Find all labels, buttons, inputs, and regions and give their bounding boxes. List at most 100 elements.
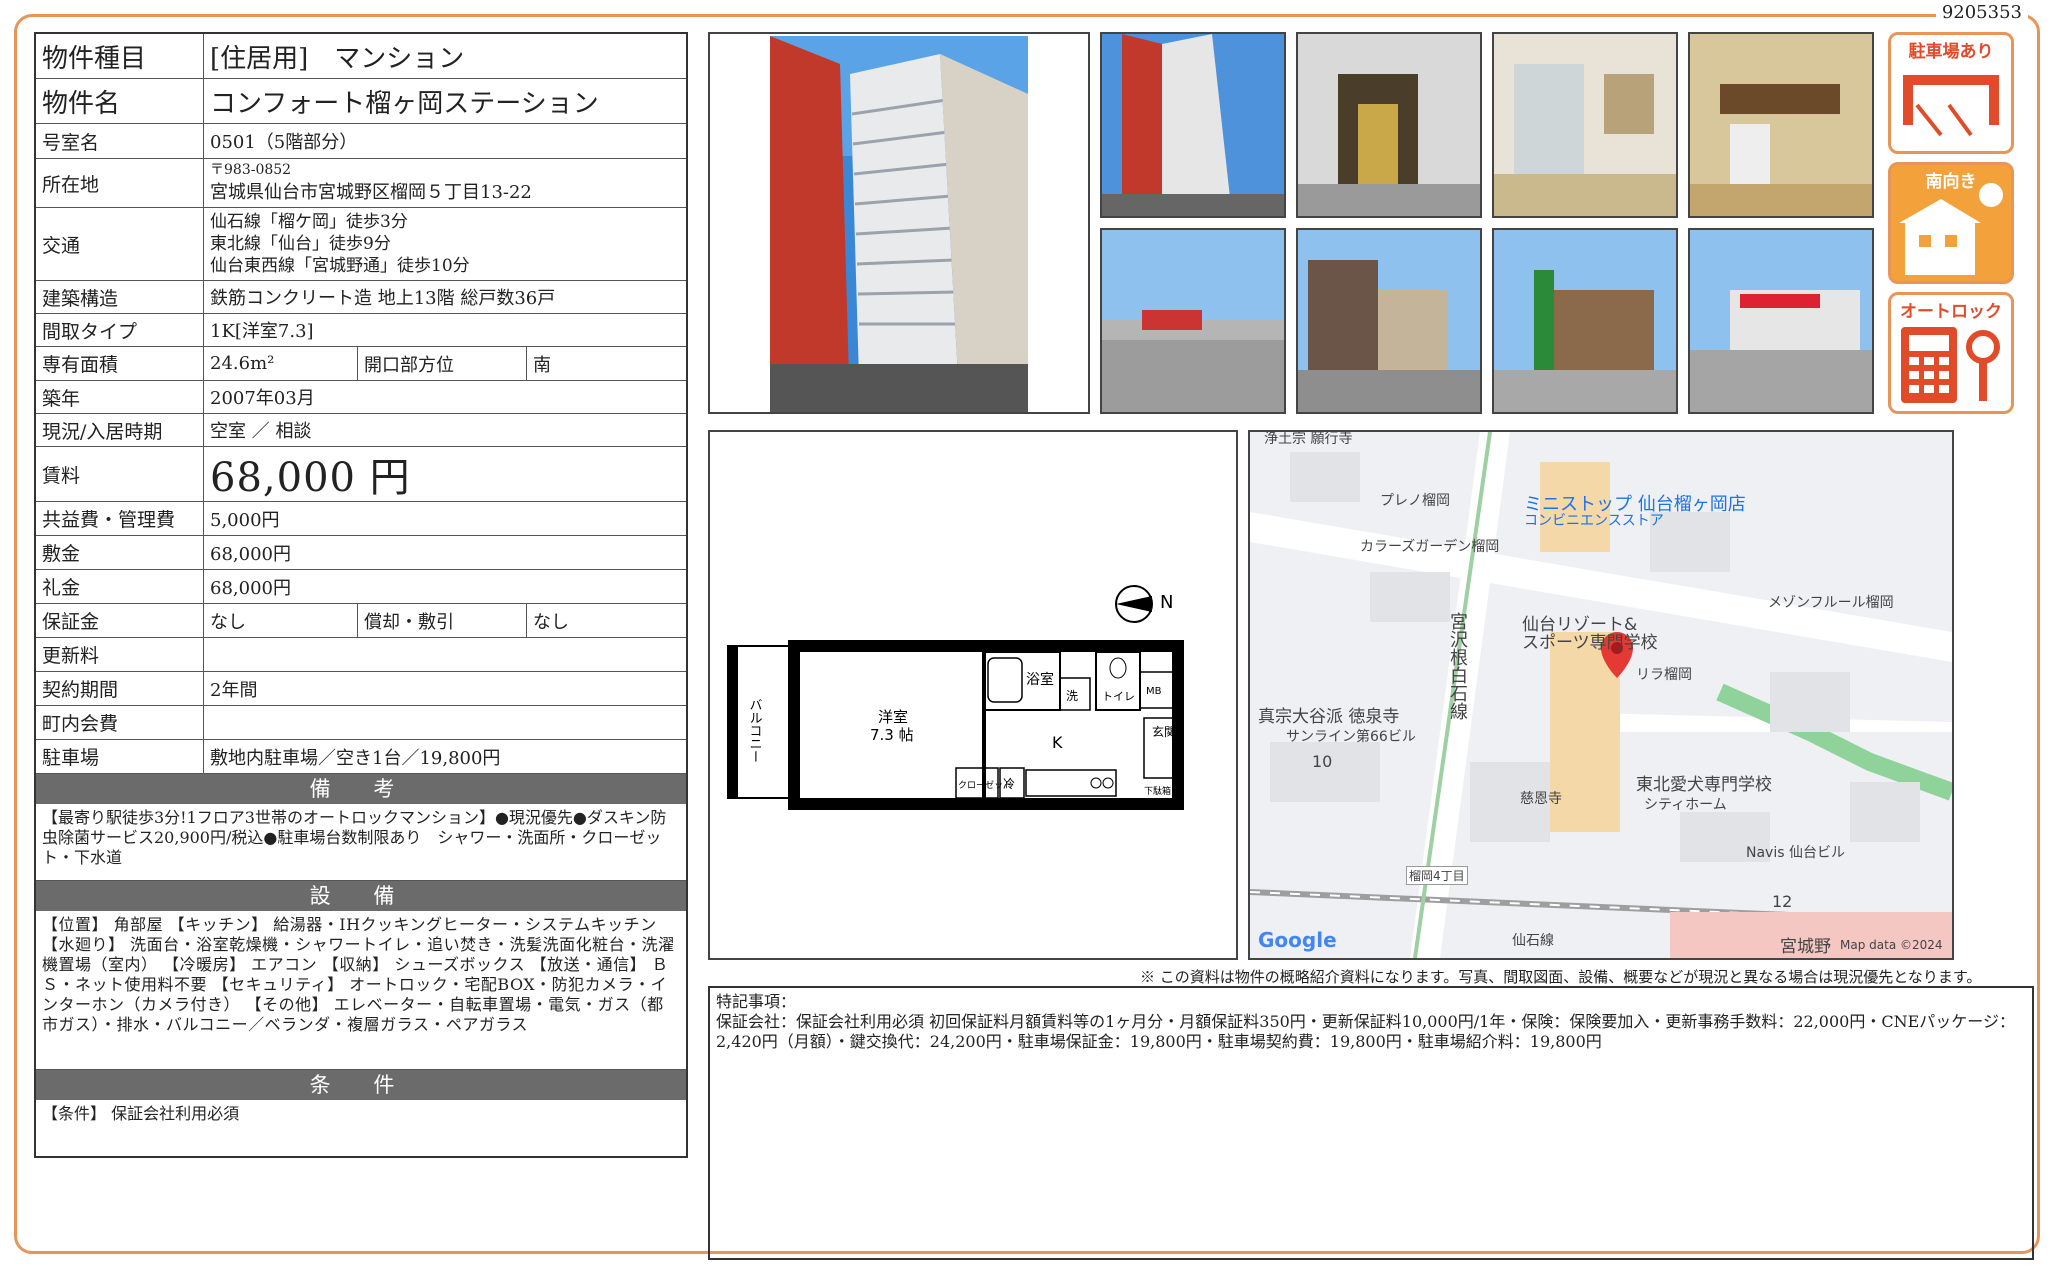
map-label: サンライン第66ビル (1286, 729, 1416, 745)
thumb-clinic[interactable] (1492, 228, 1678, 414)
address-value: 〒983-0852 宮城県仙台市宮城野区榴岡５丁目13-22 (204, 159, 686, 207)
thumb-street-2[interactable] (1296, 228, 1482, 414)
deposit-label: 敷金 (36, 536, 204, 569)
guarantee-label: 保証金 (36, 604, 204, 637)
special-notes-text: 保証会社：保証会社利用必須 初回保証料月額賃料等の1ヶ月分・月額保証料350円・… (716, 1012, 2015, 1051)
map-label: リラ榴岡 (1636, 667, 1692, 683)
map-label: カラーズガーデン榴岡 (1360, 539, 1500, 555)
north-arrow: N (1115, 585, 1173, 623)
guarantee-value: なし (204, 604, 358, 637)
keymoney-value: 68,000円 (210, 577, 291, 599)
row-area: 専有面積 24.6m² 開口部方位 南 (36, 347, 686, 381)
contract-value: 2年間 (210, 679, 258, 701)
badge-parking: 駐車場あり (1888, 32, 2014, 154)
rent-label: 賃料 (36, 447, 204, 501)
remarks-section: 備 考 【最寄り駅徒歩3分!1フロア3世帯のオートロックマンション】●現況優先●… (36, 774, 686, 881)
guarantee-split: なし 償却・敷引 なし (204, 604, 686, 637)
row-guarantee: 保証金 なし 償却・敷引 なし (36, 604, 686, 638)
row-room: 号室名 0501（5階部分） (36, 124, 686, 159)
map-label: 浄土宗 願行寺 (1264, 431, 1353, 447)
north-label: N (1160, 592, 1173, 613)
map-label: プレノ榴岡 (1380, 493, 1450, 509)
row-rent: 賃料 68,000 円 (36, 447, 686, 502)
parking-icon (1903, 75, 1999, 137)
map-label: コンビニエンスストア (1524, 513, 1664, 529)
deposit-value: 68,000円 (210, 543, 291, 565)
map-label: 榴岡4丁目 (1406, 866, 1468, 885)
built-label: 築年 (36, 381, 204, 413)
equipment-text: 【位置】 角部屋 【キッチン】 給湯器・IHクッキングヒーター・システムキッチン… (42, 915, 675, 1034)
row-address: 所在地 〒983-0852 宮城県仙台市宮城野区榴岡５丁目13-22 (36, 159, 686, 208)
area-split: 24.6m² 開口部方位 南 (204, 347, 686, 380)
map-label: 仙石線 (1512, 933, 1554, 949)
row-status: 現況/入居時期 空室 ／ 相談 (36, 414, 686, 447)
sunny-house-icon (1899, 183, 2003, 275)
balcony-label: バルコニー (747, 698, 763, 763)
row-fee: 共益費・管理費 5,000円 (36, 502, 686, 536)
row-structure: 建築構造 鉄筋コンクリート造 地上13階 総戸数36戸 (36, 281, 686, 314)
built-value: 2007年03月 (210, 388, 315, 409)
entrance-label: 玄関 (1152, 724, 1176, 739)
row-deposit: 敷金 68,000円 (36, 536, 686, 570)
remarks-text: 【最寄り駅徒歩3分!1フロア3世帯のオートロックマンション】●現況優先●ダスキン… (42, 808, 667, 867)
fee-value: 5,000円 (210, 509, 280, 531)
keypad-icon (1901, 327, 2000, 403)
map-label: 宮城野 (1780, 937, 1831, 957)
thumb-entrance[interactable] (1296, 32, 1482, 218)
row-built: 築年 2007年03月 (36, 381, 686, 414)
thumb-store[interactable] (1688, 228, 1874, 414)
map-label: 東北愛犬専門学校 (1636, 775, 1772, 795)
direction-value: 南 (533, 354, 551, 376)
row-layout: 間取タイプ 1K[洋室7.3] (36, 314, 686, 347)
status-label: 現況/入居時期 (36, 414, 204, 446)
mb-label: MB (1146, 686, 1162, 697)
layout-value: 1K[洋室7.3] (210, 321, 314, 342)
western-room-size: 7.3 帖 (870, 726, 914, 744)
address-text: 宮城県仙台市宮城野区榴岡５丁目13-22 (210, 181, 532, 203)
conditions-section: 条 件 【条件】 保証会社利用必須 (36, 1070, 686, 1156)
map-attribution: Map data ©2024 (1840, 938, 1943, 952)
row-type: 物件種目 [住居用] マンション (36, 34, 686, 79)
room-value: 0501（5階部分） (210, 132, 358, 153)
conditions-text: 【条件】 保証会社利用必須 (42, 1104, 240, 1123)
fridge-label: 冷 (1003, 777, 1015, 791)
fee-label: 共益費・管理費 (36, 502, 204, 535)
map-label: 真宗大谷派 徳泉寺 (1258, 707, 1400, 727)
access-line: 仙台東西線「宮城野通」徒歩10分 (210, 256, 470, 276)
access-label: 交通 (36, 208, 204, 280)
property-info-table: 物件種目 [住居用] マンション 物件名 コンフォート榴ヶ岡ステーション 号室名… (34, 32, 688, 1158)
special-notes-title: 特記事項： (716, 992, 797, 1011)
map-label: メゾンフルール榴岡 (1768, 595, 1894, 611)
type-label: 物件種目 (36, 34, 204, 78)
access-value: 仙石線「榴ケ岡」徒歩3分 東北線「仙台」徒歩9分 仙台東西線「宮城野通」徒歩10… (204, 208, 686, 280)
parking-label: 駐車場 (36, 740, 204, 773)
western-room-label: 洋室 (878, 708, 908, 726)
amort-label: 償却・敷引 (358, 604, 527, 637)
thumb-lobby[interactable] (1492, 32, 1678, 218)
structure-label: 建築構造 (36, 281, 204, 313)
access-line: 仙石線「榴ケ岡」徒歩3分 (210, 212, 408, 232)
structure-value: 鉄筋コンクリート造 地上13階 総戸数36戸 (210, 288, 556, 309)
postal-code: 〒983-0852 (210, 161, 292, 178)
map-label: Navis 仙台ビル (1746, 845, 1845, 861)
shoebox-label: 下駄箱 (1144, 785, 1171, 797)
badge-south: 南向き (1888, 162, 2014, 284)
row-contract: 契約期間 2年間 (36, 672, 686, 706)
address-label: 所在地 (36, 159, 204, 207)
contract-label: 契約期間 (36, 672, 204, 705)
wash-label: 洗 (1066, 689, 1078, 703)
renewal-value (204, 638, 686, 671)
map-label: 慈恩寺 (1520, 791, 1562, 807)
row-parking: 駐車場 敷地内駐車場／空き1台／19,800円 (36, 740, 686, 774)
name-label: 物件名 (36, 79, 204, 123)
location-map[interactable]: 浄土宗 願行寺 プレノ榴岡 ミニストップ 仙台榴ヶ岡店 コンビニエンスストア カ… (1248, 430, 1954, 960)
row-keymoney: 礼金 68,000円 (36, 570, 686, 604)
row-community: 町内会費 (36, 706, 686, 740)
thumb-hallway[interactable] (1688, 32, 1874, 218)
thumb-street-1[interactable] (1100, 228, 1286, 414)
amort-value: なし (533, 611, 569, 633)
conditions-header: 条 件 (36, 1070, 686, 1100)
thumb-building[interactable] (1100, 32, 1286, 218)
type-value: [住居用] マンション (210, 43, 465, 74)
layout-label: 間取タイプ (36, 314, 204, 346)
